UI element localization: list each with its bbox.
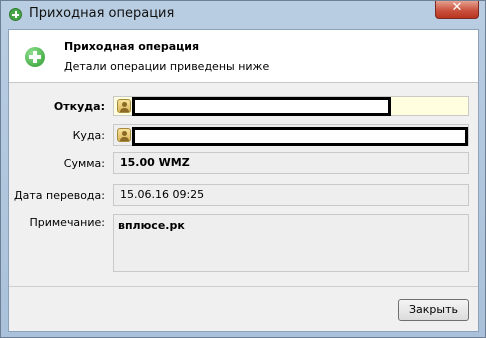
amount-value: 15.00 WMZ [120,156,190,169]
to-field[interactable] [113,124,469,146]
header-title: Приходная операция [64,40,200,53]
amount-label: Сумма: [63,157,105,170]
redacted-wallet [132,127,468,146]
window-title: Приходная операция [29,6,175,21]
from-field[interactable] [113,96,469,116]
plus-circle-icon [9,8,22,21]
close-icon: ✕ [451,0,463,15]
window-close-button[interactable]: ✕ [435,0,479,19]
title-bar[interactable]: Приходная операция ✕ [1,0,485,29]
to-label: Куда: [72,129,105,142]
date-label: Дата перевода: [14,189,105,202]
dialog-header: Приходная операция Детали операции приве… [9,30,478,83]
date-field: 15.06.16 09:25 [113,184,469,206]
user-icon [117,99,131,113]
plus-circle-icon [25,47,45,67]
note-label: Примечание: [29,216,105,229]
from-label: Откуда: [53,100,105,113]
close-button[interactable]: Закрыть [398,299,469,321]
note-value: вплюсе.рк [118,219,185,232]
date-value: 15.06.16 09:25 [120,188,205,201]
user-icon [117,128,131,142]
header-subtitle: Детали операции приведены ниже [64,60,270,73]
divider [9,286,478,287]
dialog-window: Приходная операция ✕ Приходная операция … [0,0,486,338]
dialog-content: Приходная операция Детали операции приве… [8,29,479,332]
amount-field: 15.00 WMZ [113,152,469,174]
note-field[interactable]: вплюсе.рк [113,214,469,272]
redacted-wallet [132,97,391,116]
